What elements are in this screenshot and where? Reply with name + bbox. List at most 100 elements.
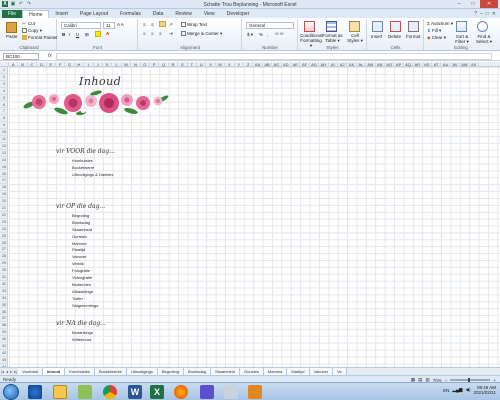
row-header[interactable]: 35 bbox=[0, 302, 8, 309]
contents-link[interactable]: Wittebrood bbox=[72, 337, 91, 342]
row-header[interactable]: 14 bbox=[0, 157, 8, 164]
sheet-tab[interactable]: Mamma bbox=[263, 368, 288, 375]
font-color-icon[interactable]: A bbox=[106, 31, 109, 36]
delete-cells-icon[interactable] bbox=[390, 21, 401, 32]
sheet-tab[interactable]: Vanover bbox=[309, 368, 334, 375]
comma-button[interactable]: , bbox=[267, 32, 268, 37]
chrome-icon[interactable] bbox=[103, 385, 117, 399]
sheet-tab[interactable]: Bucketwerke bbox=[94, 368, 127, 375]
row-header[interactable]: 20 bbox=[0, 198, 8, 205]
row-header[interactable]: 30 bbox=[0, 267, 8, 274]
fx-icon[interactable]: fx bbox=[48, 53, 52, 59]
row-header[interactable]: 7 bbox=[0, 108, 8, 116]
excel-icon[interactable]: X bbox=[150, 385, 164, 399]
format-painter-button[interactable]: Format Painter bbox=[22, 35, 58, 41]
row-header[interactable]: 11 bbox=[0, 136, 8, 143]
row-header[interactable]: 12 bbox=[0, 143, 8, 150]
row-header[interactable]: 24 bbox=[0, 226, 8, 233]
word-icon[interactable]: W bbox=[128, 385, 142, 399]
contents-link[interactable]: Plaaitjd bbox=[72, 247, 85, 252]
borders-icon[interactable]: ⊞ bbox=[85, 32, 89, 38]
contents-link[interactable]: Skaamheid bbox=[72, 227, 92, 232]
paste-icon[interactable] bbox=[6, 22, 17, 33]
merge-center-button[interactable]: Merge & Center ▾ bbox=[181, 31, 222, 37]
sheet-tab[interactable]: Skaamheid bbox=[211, 368, 241, 375]
find-select-button[interactable]: Find & Select ▾ bbox=[473, 34, 495, 44]
indent-icon[interactable]: ⇥ bbox=[169, 31, 173, 37]
tab-page-layout[interactable]: Page Layout bbox=[74, 10, 114, 18]
top-align-icon[interactable]: ≡ bbox=[143, 22, 146, 27]
row-header[interactable]: 37 bbox=[0, 315, 8, 323]
copy-button[interactable]: Copy ▾ bbox=[22, 28, 42, 34]
tab-data[interactable]: Data bbox=[147, 10, 170, 18]
font-name-select[interactable]: Calibri bbox=[61, 22, 101, 29]
orientation-icon[interactable]: ↗ bbox=[169, 22, 173, 28]
row-header[interactable]: 6 bbox=[0, 102, 8, 109]
formula-input[interactable] bbox=[56, 53, 492, 60]
ribbon-close-icon[interactable]: ✕ bbox=[492, 11, 496, 17]
media-icon[interactable] bbox=[78, 385, 92, 399]
row-header[interactable]: 25 bbox=[0, 233, 8, 240]
row-header[interactable]: 8 bbox=[0, 115, 8, 123]
sheet-tab[interactable]: Ve bbox=[333, 368, 347, 375]
row-header[interactable]: 13 bbox=[0, 150, 8, 157]
row-header[interactable]: 15 bbox=[0, 164, 8, 171]
row-header[interactable]: 32 bbox=[0, 281, 8, 288]
app-icon[interactable] bbox=[224, 385, 238, 399]
contents-link[interactable]: Tuiflet bbox=[72, 296, 83, 301]
row-header[interactable]: 31 bbox=[0, 274, 8, 281]
delete-button[interactable]: Delete bbox=[388, 34, 401, 39]
contents-link[interactable]: Videografie bbox=[72, 275, 92, 280]
fill-button[interactable]: ⬇ Fill ▾ bbox=[427, 28, 441, 34]
contents-link[interactable]: Kombuisies bbox=[72, 158, 93, 163]
grow-font-icon[interactable]: A A bbox=[117, 22, 124, 27]
underline-button[interactable]: U bbox=[76, 32, 79, 37]
sheet-tab[interactable]: Begroting bbox=[157, 368, 184, 375]
contents-link[interactable]: Salgeleentings bbox=[72, 303, 98, 308]
fill-color-icon[interactable] bbox=[95, 31, 101, 37]
tab-view[interactable]: View bbox=[198, 10, 221, 18]
bottom-align-icon[interactable] bbox=[159, 21, 166, 27]
row-header[interactable]: 1 bbox=[0, 67, 8, 74]
sort-filter-icon[interactable] bbox=[456, 21, 467, 32]
tab-formulas[interactable]: Formulas bbox=[114, 10, 147, 18]
middle-align-icon[interactable]: ≡ bbox=[151, 22, 154, 27]
start-button[interactable] bbox=[3, 384, 19, 400]
tab-insert[interactable]: Insert bbox=[49, 10, 74, 18]
cell-area[interactable]: Inhoud vir VOOR die dag... Kombuisies Bu… bbox=[9, 67, 500, 367]
ribbon-restore-icon[interactable]: □ bbox=[486, 11, 489, 17]
sheet-tab[interactable]: Madfyd bbox=[287, 368, 310, 375]
contents-link[interactable]: Mamma bbox=[72, 241, 86, 246]
row-header[interactable]: 21 bbox=[0, 205, 8, 212]
row-header[interactable]: 36 bbox=[0, 309, 8, 316]
row-header[interactable]: 10 bbox=[0, 129, 8, 136]
contents-link[interactable]: Bruidsdag bbox=[72, 220, 90, 225]
contents-link[interactable]: Bediendes bbox=[72, 282, 91, 287]
help-icon[interactable]: ? bbox=[474, 11, 477, 17]
clear-button[interactable]: ◆ Clear ▾ bbox=[427, 35, 446, 41]
paste-button[interactable]: Paste bbox=[6, 34, 18, 39]
contents-link[interactable]: Verklik bbox=[72, 261, 84, 266]
row-header[interactable]: 17 bbox=[0, 177, 8, 185]
align-right-icon[interactable]: ≡ bbox=[159, 31, 162, 36]
firefox-icon[interactable] bbox=[174, 385, 188, 399]
minimize-button[interactable]: – bbox=[452, 0, 466, 8]
cell-styles-button[interactable]: Cell Styles ▾ bbox=[345, 33, 365, 43]
row-header[interactable]: 26 bbox=[0, 240, 8, 247]
contents-link[interactable]: Bucketwerre bbox=[72, 165, 94, 170]
tab-file[interactable]: File bbox=[2, 10, 23, 18]
language-indicator[interactable]: EN bbox=[443, 388, 449, 393]
row-header[interactable]: 16 bbox=[0, 171, 8, 178]
contents-link[interactable]: Begroting bbox=[72, 213, 89, 218]
row-header[interactable]: 5 bbox=[0, 95, 8, 102]
sheet-tab[interactable]: Kombuisies bbox=[65, 368, 95, 375]
row-header[interactable]: 43 bbox=[0, 357, 8, 364]
currency-icon[interactable]: $ ▾ bbox=[247, 32, 253, 38]
row-header[interactable]: 18 bbox=[0, 184, 8, 192]
spreadsheet-grid[interactable]: A B C D E F G H I J K L M N O P Q R S T U V W X Y Z AA AB AC AD AE AF AG… bbox=[0, 62, 500, 367]
tab-home[interactable]: Home bbox=[22, 10, 50, 18]
contents-link[interactable]: Afhaaldinge bbox=[72, 289, 93, 294]
volume-icon[interactable]: ◀) bbox=[466, 387, 471, 393]
zoom-slider[interactable] bbox=[450, 378, 491, 382]
sheet-tab[interactable]: Uitnodigings bbox=[126, 368, 158, 375]
